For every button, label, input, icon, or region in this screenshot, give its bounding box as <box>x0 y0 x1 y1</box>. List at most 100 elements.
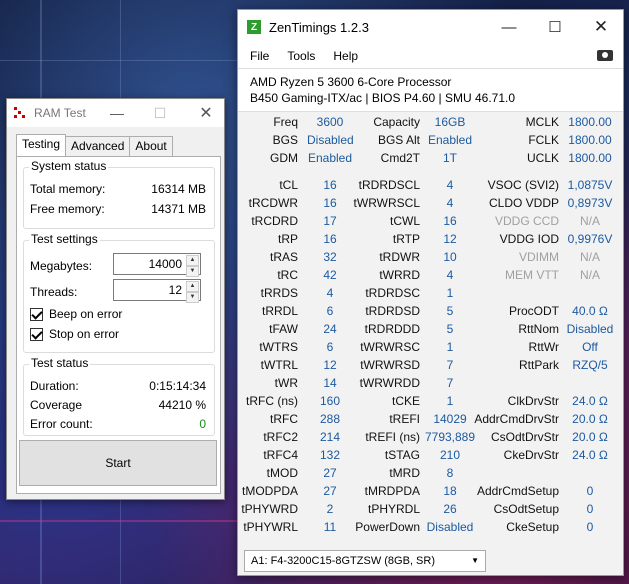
timing-label: tRFC (ns) <box>246 394 298 408</box>
timing-label: ClkDrvStr <box>507 394 559 408</box>
spin-up-icon[interactable]: ▲ <box>186 255 199 266</box>
timing-label: tRDRDDD <box>364 322 420 336</box>
timing-row: tWTRL 12 tWRWRSD 7 RttPark RZQ/5 <box>238 357 623 375</box>
module-select[interactable]: A1: F4-3200C15-8GTZSW (8GB, SR) ▼ <box>244 550 486 572</box>
timing-label: tWTRL <box>260 358 298 372</box>
megabytes-stepper[interactable]: ▲ ▼ <box>186 255 199 277</box>
timing-value: 0 <box>586 502 594 516</box>
zentimings-title: ZenTimings 1.2.3 <box>269 19 369 35</box>
checkbox-checked-icon[interactable] <box>30 327 43 341</box>
timing-label: tCWL <box>390 214 420 228</box>
timing-label: UCLK <box>526 151 559 165</box>
timing-label: tREFI <box>389 412 420 426</box>
timing-row: tRRDS 4 tRDRDSC 1 <box>238 285 623 303</box>
menu-tools[interactable]: Tools <box>287 49 315 63</box>
timing-value: N/A <box>579 214 600 228</box>
timing-value: 0 <box>586 484 594 498</box>
timing-label: RttWr <box>528 340 559 354</box>
ramtest-app-icon <box>14 107 26 119</box>
timing-label: tRDRDSD <box>365 304 420 318</box>
megabytes-value: 14000 <box>148 257 182 271</box>
threads-stepper[interactable]: ▲ ▼ <box>186 281 199 303</box>
timing-label: PowerDown <box>355 520 420 534</box>
test-status-title: Test status <box>29 356 91 370</box>
tab-about[interactable]: About <box>129 136 173 156</box>
timing-value: 20.0 Ω <box>572 412 608 426</box>
timing-label: tMODPDA <box>241 484 298 498</box>
timing-label: tMOD <box>266 466 298 480</box>
system-status-group: System status Total memory: 16314 MB Fre… <box>23 159 215 229</box>
timing-value: 20.0 Ω <box>572 430 608 444</box>
chevron-down-icon[interactable]: ▼ <box>471 551 479 571</box>
timing-label: RttPark <box>518 358 559 372</box>
timing-row: tCL 16 tRDRDSCL 4 VSOC (SVI2) 1,0875V <box>238 177 623 195</box>
timing-label: BGS <box>272 133 298 147</box>
threads-input[interactable]: 12 ▲ ▼ <box>113 279 201 303</box>
close-icon[interactable]: ✕ <box>191 99 221 127</box>
spin-down-icon[interactable]: ▼ <box>186 266 199 277</box>
duration-value: 0:15:14:34 <box>149 379 206 393</box>
timing-row: tPHYWRL 11 PowerDown Disabled CkeSetup 0 <box>238 519 623 537</box>
timing-value: 1 <box>446 286 454 300</box>
timing-label: tRRDS <box>260 286 298 300</box>
beep-on-error-checkbox[interactable]: Beep on error <box>30 307 122 321</box>
timing-label: tRTP <box>392 232 420 246</box>
megabytes-input[interactable]: 14000 ▲ ▼ <box>113 253 201 277</box>
minimize-icon[interactable]: — <box>486 10 532 44</box>
timing-row: tMOD 27 tMRD 8 <box>238 465 623 483</box>
menu-file[interactable]: File <box>250 49 269 63</box>
cpu-name: AMD Ryzen 5 3600 6-Core Processor <box>250 75 452 89</box>
timing-label: tFAW <box>269 322 298 336</box>
timing-label: tRDRDSCL <box>358 178 420 192</box>
close-icon[interactable]: ✕ <box>578 10 624 44</box>
timing-label: tCKE <box>391 394 420 408</box>
system-info: AMD Ryzen 5 3600 6-Core Processor B450 G… <box>238 68 623 112</box>
timing-label: VDIMM <box>519 250 559 264</box>
timing-label: CsOdtSetup <box>493 502 559 516</box>
total-memory-label: Total memory: <box>30 182 106 196</box>
timing-label: CLDO VDDP <box>488 196 559 210</box>
menu-help[interactable]: Help <box>333 49 358 63</box>
timing-value: Disabled <box>566 322 614 336</box>
spin-down-icon[interactable]: ▼ <box>186 292 199 303</box>
timing-label: tRC <box>277 268 298 282</box>
checkbox-checked-icon[interactable] <box>30 307 43 321</box>
error-count-label: Error count: <box>30 417 93 431</box>
free-memory-label: Free memory: <box>30 202 105 216</box>
timing-value: N/A <box>579 250 600 264</box>
timing-label: BGS Alt <box>377 133 420 147</box>
stop-on-error-label: Stop on error <box>49 327 120 341</box>
timing-label: tPHYWRD <box>241 502 298 516</box>
tab-advanced[interactable]: Advanced <box>65 136 131 156</box>
timing-label: MEM VTT <box>505 268 559 282</box>
test-status-group: Test status Duration: 0:15:14:34 Coverag… <box>23 356 215 436</box>
timing-row: tWTRS 6 tWRWRSC 1 RttWr Off <box>238 339 623 357</box>
minimize-icon[interactable]: — <box>102 99 132 127</box>
stop-on-error-checkbox[interactable]: Stop on error <box>30 327 119 341</box>
duration-label: Duration: <box>30 379 79 393</box>
threads-value: 12 <box>168 283 182 297</box>
error-count-value: 0 <box>199 417 206 431</box>
zentimings-window: Z ZenTimings 1.2.3 — ☐ ✕ File Tools Help… <box>237 9 624 576</box>
timing-label: CkeDrvStr <box>503 448 559 462</box>
tab-testing[interactable]: Testing <box>16 134 67 156</box>
coverage-label: Coverage <box>30 398 83 412</box>
threads-label: Threads: <box>30 285 78 299</box>
timing-label: tRDRDSC <box>365 286 420 300</box>
timing-label: tRCDRD <box>251 214 298 228</box>
timing-row: tRFC4 132 tSTAG 210 CkeDrvStr 24.0 Ω <box>238 447 623 465</box>
timing-label: ProcODT <box>508 304 559 318</box>
megabytes-label: Megabytes: <box>30 259 93 273</box>
timing-value: 1,0875V <box>567 178 613 192</box>
screenshot-camera-icon[interactable] <box>597 50 613 61</box>
timing-label: tREFI (ns) <box>365 430 420 444</box>
module-select-value: A1: F4-3200C15-8GTZSW (8GB, SR) <box>251 555 435 567</box>
timing-value: 24.0 Ω <box>572 448 608 462</box>
timing-row: tRFC 288 tREFI 14029 AddrCmdDrvStr 20.0 Ω <box>238 411 623 429</box>
start-button[interactable]: Start <box>19 440 217 486</box>
timing-label: tWRWRSCL <box>353 196 420 210</box>
ramtest-titlebar[interactable]: RAM Test — ☐ ✕ <box>7 99 224 127</box>
spin-up-icon[interactable]: ▲ <box>186 281 199 292</box>
zentimings-titlebar[interactable]: Z ZenTimings 1.2.3 — ☐ ✕ <box>238 10 623 44</box>
maximize-icon[interactable]: ☐ <box>532 10 578 44</box>
